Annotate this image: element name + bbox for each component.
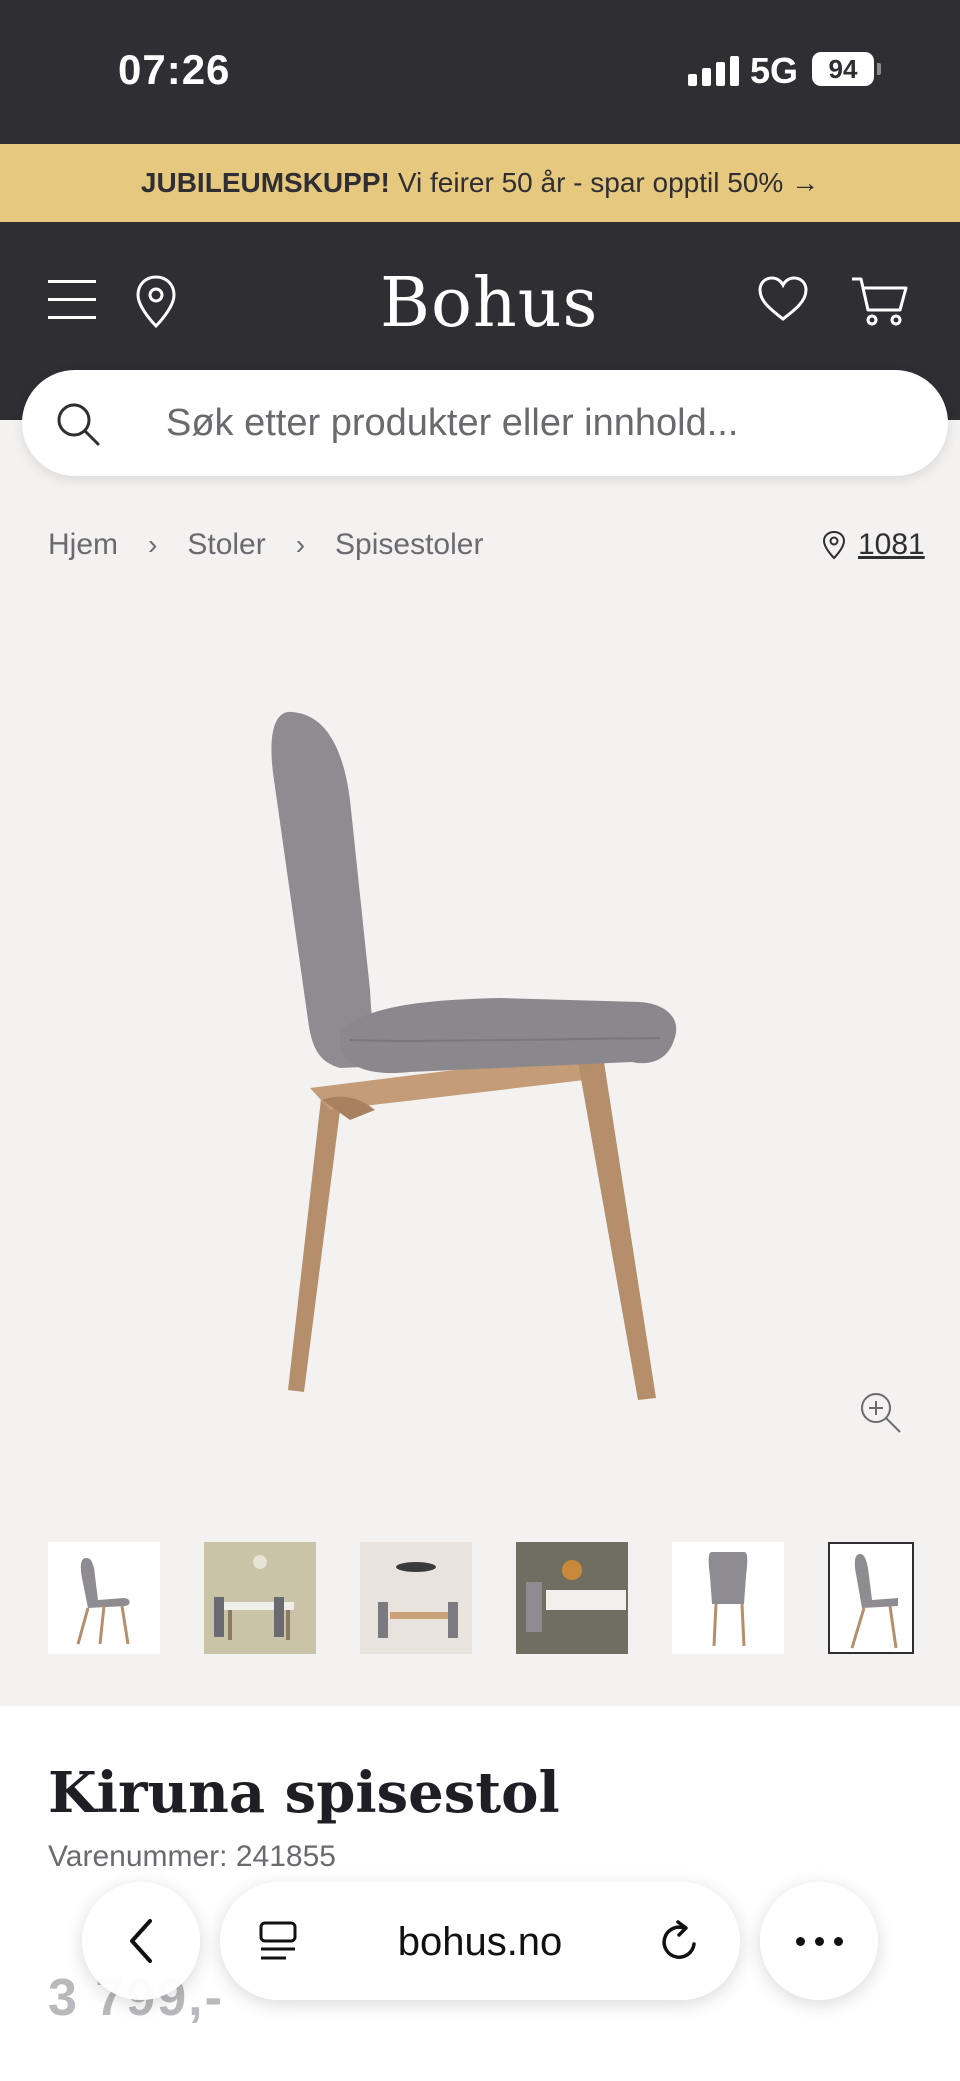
promo-bold: JUBILEUMSKUPP!	[140, 167, 390, 198]
product-image[interactable]	[200, 690, 760, 1420]
status-time: 07:26	[118, 46, 231, 93]
battery-tip	[877, 63, 881, 75]
promo-text: Vi feirer 50 år - spar opptil 50% →	[397, 167, 820, 198]
store-selector[interactable]: 1081	[822, 528, 925, 562]
chevron-left-icon	[130, 1919, 152, 1963]
zoom-in-icon[interactable]	[858, 1390, 904, 1441]
thumbnail-active[interactable]	[828, 1542, 914, 1654]
promo-banner[interactable]: JUBILEUMSKUPP! Vi feirer 50 år - spar op…	[0, 144, 960, 222]
search-icon	[54, 400, 102, 453]
store-label: 1081	[858, 528, 925, 561]
thumbnail[interactable]	[48, 1542, 160, 1654]
status-bar: 07:26 5G 94	[0, 0, 960, 144]
breadcrumb-separator: ›	[295, 529, 306, 560]
location-pin-icon[interactable]	[134, 274, 178, 335]
reload-icon[interactable]	[658, 1918, 702, 1969]
breadcrumb-separator: ›	[148, 529, 158, 560]
cart-icon[interactable]	[850, 274, 910, 333]
signal-icon	[688, 54, 739, 86]
breadcrumb-spisestoler[interactable]: Spisestoler	[335, 528, 483, 562]
browser-back-button[interactable]	[82, 1882, 200, 2000]
thumbnail[interactable]	[672, 1542, 784, 1654]
breadcrumb-stoler[interactable]: Stoler	[187, 528, 265, 562]
store-pin-icon	[822, 530, 846, 560]
browser-address-bar[interactable]: bohus.no	[220, 1882, 740, 2000]
bohus-logo[interactable]: Bohus	[380, 264, 598, 343]
product-title: Kiruna spisestol	[48, 1760, 560, 1826]
thumbnail[interactable]	[516, 1542, 628, 1654]
thumbnail-strip	[48, 1542, 914, 1654]
breadcrumb: Hjem › Stoler › Spisestoler	[48, 528, 483, 562]
battery-icon: 94	[812, 52, 874, 86]
menu-icon[interactable]	[48, 280, 96, 320]
thumbnail[interactable]	[204, 1542, 316, 1654]
breadcrumb-home[interactable]: Hjem	[48, 528, 118, 562]
heart-icon[interactable]	[756, 274, 810, 329]
network-type: 5G	[750, 50, 799, 91]
search-input[interactable]	[166, 394, 906, 452]
search-bar[interactable]	[22, 370, 948, 476]
thumbnail[interactable]	[360, 1542, 472, 1654]
product-sku: Varenummer: 241855	[48, 1840, 336, 1873]
browser-more-button[interactable]	[760, 1882, 878, 2000]
